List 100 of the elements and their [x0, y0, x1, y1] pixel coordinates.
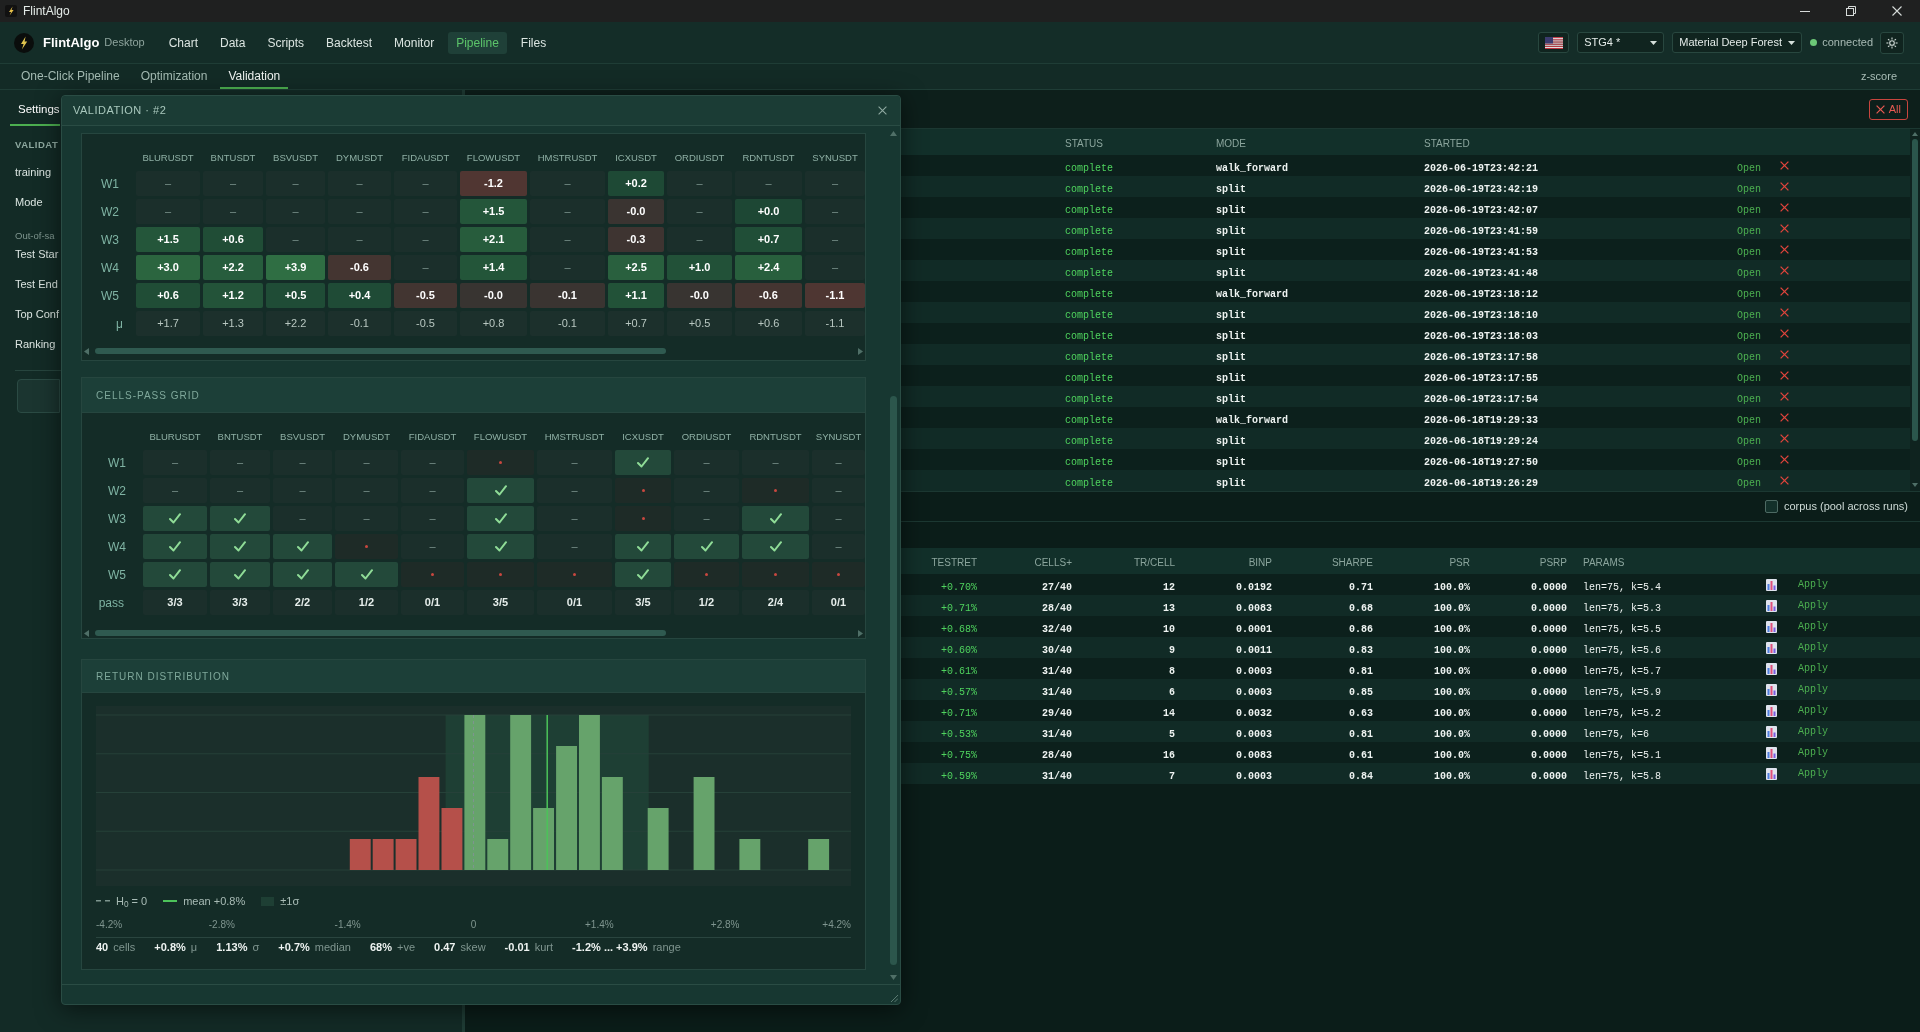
- scrollbar-thumb[interactable]: [890, 396, 897, 965]
- cross-icon[interactable]: [1780, 350, 1789, 359]
- theme-toggle-button[interactable]: [1880, 31, 1904, 54]
- cross-icon[interactable]: [1780, 392, 1789, 401]
- apply-link[interactable]: Apply: [1798, 661, 1828, 676]
- nav-tab[interactable]: Files: [512, 31, 555, 54]
- bar-chart-icon[interactable]: [1766, 641, 1777, 654]
- cross-icon[interactable]: [1780, 224, 1789, 233]
- caret-up-icon[interactable]: [1912, 132, 1918, 136]
- cross-icon[interactable]: [1780, 245, 1789, 254]
- nav-tab[interactable]: Chart: [160, 31, 207, 54]
- open-link[interactable]: Open: [1737, 351, 1761, 363]
- open-link[interactable]: Open: [1737, 414, 1761, 426]
- table-cell: 0.0003: [1236, 770, 1272, 782]
- panel-tab[interactable]: Settings: [10, 96, 60, 126]
- scrollbar-thumb[interactable]: [95, 348, 666, 354]
- cross-icon[interactable]: [1780, 266, 1789, 275]
- strategy-select[interactable]: STG4 *: [1577, 32, 1665, 53]
- cross-icon[interactable]: [1780, 434, 1789, 443]
- cross-icon[interactable]: [1780, 329, 1789, 338]
- scrollbar-thumb[interactable]: [1912, 139, 1918, 441]
- open-link[interactable]: Open: [1737, 183, 1761, 195]
- bar-chart-icon[interactable]: [1766, 620, 1777, 633]
- dot-icon: [499, 461, 502, 464]
- apply-link[interactable]: Apply: [1798, 745, 1828, 760]
- nav-tab[interactable]: Pipeline: [448, 31, 507, 54]
- apply-link[interactable]: Apply: [1798, 598, 1828, 613]
- table-cell: 27/40: [1042, 581, 1072, 593]
- open-link[interactable]: Open: [1737, 330, 1761, 342]
- bar-chart-icon[interactable]: [1766, 599, 1777, 612]
- open-link[interactable]: Open: [1737, 477, 1761, 489]
- open-link[interactable]: Open: [1737, 309, 1761, 321]
- mean-cell: +1.3: [203, 311, 263, 336]
- grid-cell: –: [273, 506, 332, 531]
- cross-icon[interactable]: [1780, 308, 1789, 317]
- table-cell: 0.0083: [1236, 749, 1272, 761]
- nav-tab[interactable]: Data: [212, 31, 254, 54]
- open-link[interactable]: Open: [1737, 267, 1761, 279]
- bar-chart-icon[interactable]: [1766, 767, 1777, 780]
- caret-down-icon[interactable]: [890, 975, 897, 980]
- caret-down-icon[interactable]: [1912, 483, 1918, 487]
- nav-tab[interactable]: Monitor: [386, 31, 443, 54]
- cross-icon[interactable]: [1780, 203, 1789, 212]
- bar-chart-icon[interactable]: [1766, 578, 1777, 591]
- table-cell: split: [1216, 456, 1246, 468]
- cross-icon[interactable]: [1780, 287, 1789, 296]
- apply-link[interactable]: Apply: [1798, 619, 1828, 634]
- open-link[interactable]: Open: [1737, 456, 1761, 468]
- heatmap-cell: +0.0: [735, 199, 802, 224]
- table-cell: 0.71: [1349, 581, 1373, 593]
- cross-icon[interactable]: [1780, 182, 1789, 191]
- minimize-icon[interactable]: [1800, 10, 1810, 12]
- sub-tab[interactable]: One-Click Pipeline: [13, 64, 128, 89]
- open-link[interactable]: Open: [1737, 204, 1761, 216]
- table-cell: +0.71%: [941, 602, 977, 614]
- table-cell: +0.57%: [941, 686, 977, 698]
- resize-grip-icon[interactable]: [890, 994, 898, 1002]
- apply-link[interactable]: Apply: [1798, 724, 1828, 739]
- apply-link[interactable]: Apply: [1798, 640, 1828, 655]
- cross-icon[interactable]: [1780, 476, 1789, 485]
- scrollbar-thumb[interactable]: [95, 630, 666, 636]
- table-cell: split: [1216, 204, 1246, 216]
- cross-icon[interactable]: [1780, 455, 1789, 464]
- sub-tab[interactable]: Optimization: [132, 64, 216, 89]
- caret-right-icon[interactable]: [858, 347, 863, 355]
- apply-link[interactable]: Apply: [1798, 577, 1828, 592]
- nav-tab[interactable]: Scripts: [259, 31, 313, 54]
- bar-chart-icon[interactable]: [1766, 683, 1777, 696]
- close-icon[interactable]: [1892, 6, 1902, 16]
- apply-link[interactable]: Apply: [1798, 682, 1828, 697]
- restore-icon[interactable]: [1846, 6, 1856, 16]
- cross-icon[interactable]: [1780, 413, 1789, 422]
- language-button[interactable]: [1538, 32, 1570, 53]
- caret-up-icon[interactable]: [890, 131, 897, 136]
- apply-link[interactable]: Apply: [1798, 766, 1828, 781]
- cross-icon[interactable]: [1780, 161, 1789, 170]
- open-link[interactable]: Open: [1737, 393, 1761, 405]
- bar-chart-icon[interactable]: [1766, 725, 1777, 738]
- open-link[interactable]: Open: [1737, 372, 1761, 384]
- table-cell: 0.0000: [1531, 749, 1567, 761]
- open-link[interactable]: Open: [1737, 162, 1761, 174]
- bar-chart-icon[interactable]: [1766, 746, 1777, 759]
- open-link[interactable]: Open: [1737, 246, 1761, 258]
- apply-link[interactable]: Apply: [1798, 703, 1828, 718]
- theme-select[interactable]: Material Deep Forest: [1672, 32, 1803, 53]
- clear-all-button[interactable]: All: [1868, 98, 1908, 120]
- open-link[interactable]: Open: [1737, 225, 1761, 237]
- bar-chart-icon[interactable]: [1766, 662, 1777, 675]
- nav-tab[interactable]: Backtest: [318, 31, 381, 54]
- open-link[interactable]: Open: [1737, 435, 1761, 447]
- cross-icon[interactable]: [1780, 371, 1789, 380]
- caret-right-icon[interactable]: [858, 629, 863, 637]
- grid-cell: –: [537, 478, 612, 503]
- bar-chart-icon[interactable]: [1766, 704, 1777, 717]
- caret-left-icon[interactable]: [84, 347, 89, 355]
- heatmap-cell: +2.5: [608, 255, 664, 280]
- caret-left-icon[interactable]: [84, 629, 89, 637]
- open-link[interactable]: Open: [1737, 288, 1761, 300]
- checkbox[interactable]: [1764, 500, 1778, 513]
- grid-cell: 0/1: [812, 590, 865, 615]
